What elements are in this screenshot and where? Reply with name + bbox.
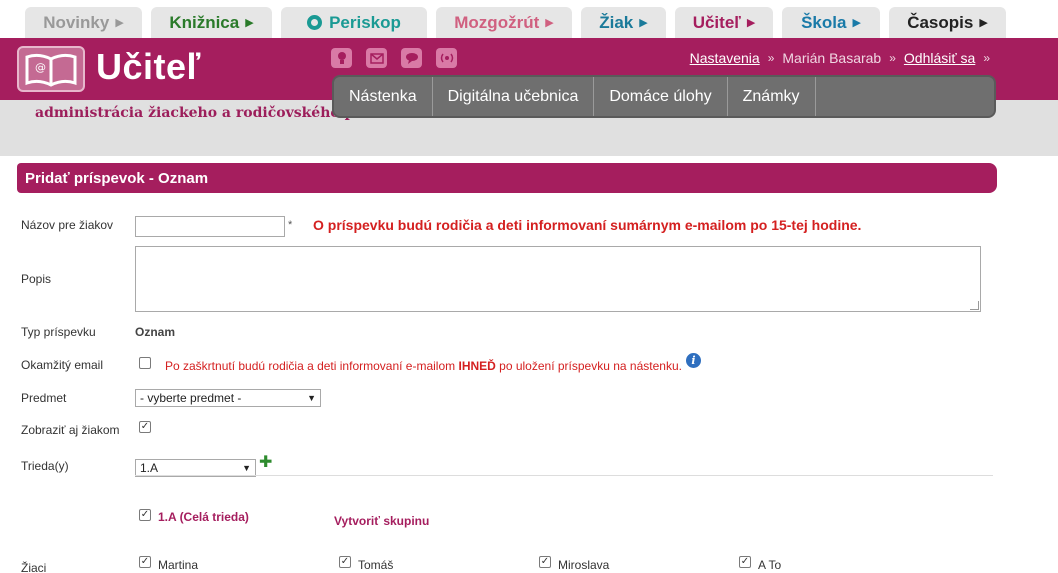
summary-note: O príspevku budú rodičia a deti informov… (313, 217, 862, 233)
instant-email-label: Okamžitý email (21, 358, 104, 372)
class-value: 1.A (140, 461, 159, 475)
required-mark: * (288, 219, 293, 231)
radio-icon[interactable] (436, 48, 457, 68)
chevron-right-icon: ▶ (979, 17, 988, 29)
tab-ziak[interactable]: Žiak ▶ (581, 7, 666, 38)
tab-casopis[interactable]: Časopis ▶ (889, 7, 1006, 38)
tab-label: Učiteľ (692, 12, 741, 32)
student-checkbox[interactable]: ✓ (339, 556, 351, 568)
main-nav: Nástenka Digitálna učebnica Domáce úlohy… (332, 75, 996, 118)
tab-kniznica[interactable]: Knižnica ▶ (151, 7, 272, 38)
student-name: Tomáš (358, 558, 394, 572)
tab-label: Novinky (43, 12, 110, 32)
book-logo-icon[interactable]: @ (17, 46, 85, 92)
tab-label: Periskop (329, 12, 401, 32)
separator-icon: » (767, 51, 775, 65)
type-value: Oznam (135, 325, 176, 339)
create-group-link[interactable]: Vytvoriť skupinu (334, 514, 429, 528)
nav-nastenka[interactable]: Nástenka (334, 77, 433, 116)
chevron-right-icon: ▶ (115, 17, 124, 29)
dropdown-arrow-icon: ▼ (242, 463, 251, 473)
note-text: Po zaškrtnutí budú rodičia a deti inform… (165, 359, 459, 373)
students-label: Žiaci (21, 561, 47, 573)
tab-label: Žiak (599, 12, 634, 32)
instant-email-note: Po zaškrtnutí budú rodičia a deti inform… (165, 359, 682, 373)
logout-link[interactable]: Odhlásiť sa (904, 50, 975, 66)
type-label: Typ príspevku (21, 325, 96, 339)
nav-domace-ulohy[interactable]: Domáce úlohy (594, 77, 728, 116)
tab-mozgozrut[interactable]: Mozgožrút ▶ (436, 7, 572, 38)
tab-label: Knižnica (169, 12, 240, 32)
show-students-label: Zobraziť aj žiakom (21, 423, 120, 437)
chevron-right-icon: ▶ (545, 17, 554, 29)
add-class-icon[interactable]: ✚ (259, 455, 272, 471)
separator-icon: » (889, 51, 896, 65)
tab-skola[interactable]: Škola ▶ (782, 7, 880, 38)
student-checkbox[interactable]: ✓ (539, 556, 551, 568)
class-checkbox[interactable]: ✓ (139, 509, 151, 521)
title-input[interactable] (135, 216, 285, 237)
student-checkbox[interactable]: ✓ (139, 556, 151, 568)
subject-label: Predmet (21, 391, 67, 405)
description-textarea[interactable] (135, 246, 981, 312)
title-label: Názov pre žiakov (21, 218, 114, 232)
chevron-right-icon: ▶ (639, 17, 648, 29)
info-icon[interactable]: i (686, 353, 701, 368)
header-icons (331, 48, 457, 68)
user-bar: Nastavenia » Marián Basarab » Odhlásiť s… (690, 50, 990, 66)
resize-handle-icon[interactable] (970, 301, 979, 310)
panel-title: Pridať príspevok - Oznam (17, 163, 997, 193)
tab-ucitel[interactable]: Učiteľ ▶ (675, 7, 773, 38)
subject-select[interactable]: - vyberte predmet - ▼ (135, 389, 321, 407)
student-name: Miroslava (558, 558, 610, 572)
instant-email-checkbox[interactable] (139, 357, 151, 369)
student-name: Martina (158, 558, 199, 572)
separator-icon: » (983, 51, 990, 65)
tab-label: Časopis (907, 12, 974, 32)
chevron-right-icon: ▶ (245, 17, 254, 29)
chat-icon[interactable] (401, 48, 422, 68)
svg-text:@: @ (35, 61, 46, 74)
chevron-right-icon: ▶ (852, 17, 861, 29)
mail-icon[interactable] (366, 48, 387, 68)
subject-value: - vyberte predmet - (140, 391, 242, 405)
note-emphasis: IHNEĎ (458, 359, 496, 373)
settings-link[interactable]: Nastavenia (690, 50, 760, 66)
description-label: Popis (21, 272, 52, 286)
class-item-label: 1.A (Celá trieda) (158, 510, 249, 524)
tab-periskop[interactable]: Periskop (281, 7, 427, 38)
periskop-icon (307, 15, 323, 30)
student-name: A To (758, 558, 782, 572)
dropdown-arrow-icon: ▼ (307, 393, 316, 403)
show-students-checkbox[interactable]: ✓ (139, 421, 151, 433)
nav-znamky[interactable]: Známky (728, 77, 816, 116)
student-checkbox[interactable]: ✓ (739, 556, 751, 568)
note-text: po uložení príspevku na nástenku. (495, 359, 682, 373)
logo-text[interactable]: Učiteľ (96, 46, 201, 88)
top-tabs: Novinky ▶ Knižnica ▶ Periskop Mozgožrút … (0, 0, 1058, 38)
lightbulb-icon[interactable] (331, 48, 352, 68)
class-label: Trieda(y) (21, 459, 69, 473)
user-name: Marián Basarab (782, 50, 882, 66)
nav-digitalna-ucebnica[interactable]: Digitálna učebnica (433, 77, 595, 116)
tab-novinky[interactable]: Novinky ▶ (25, 7, 142, 38)
tab-label: Mozgožrút (454, 12, 540, 32)
divider (135, 475, 993, 476)
tab-label: Škola (801, 12, 847, 32)
chevron-right-icon: ▶ (746, 17, 756, 29)
